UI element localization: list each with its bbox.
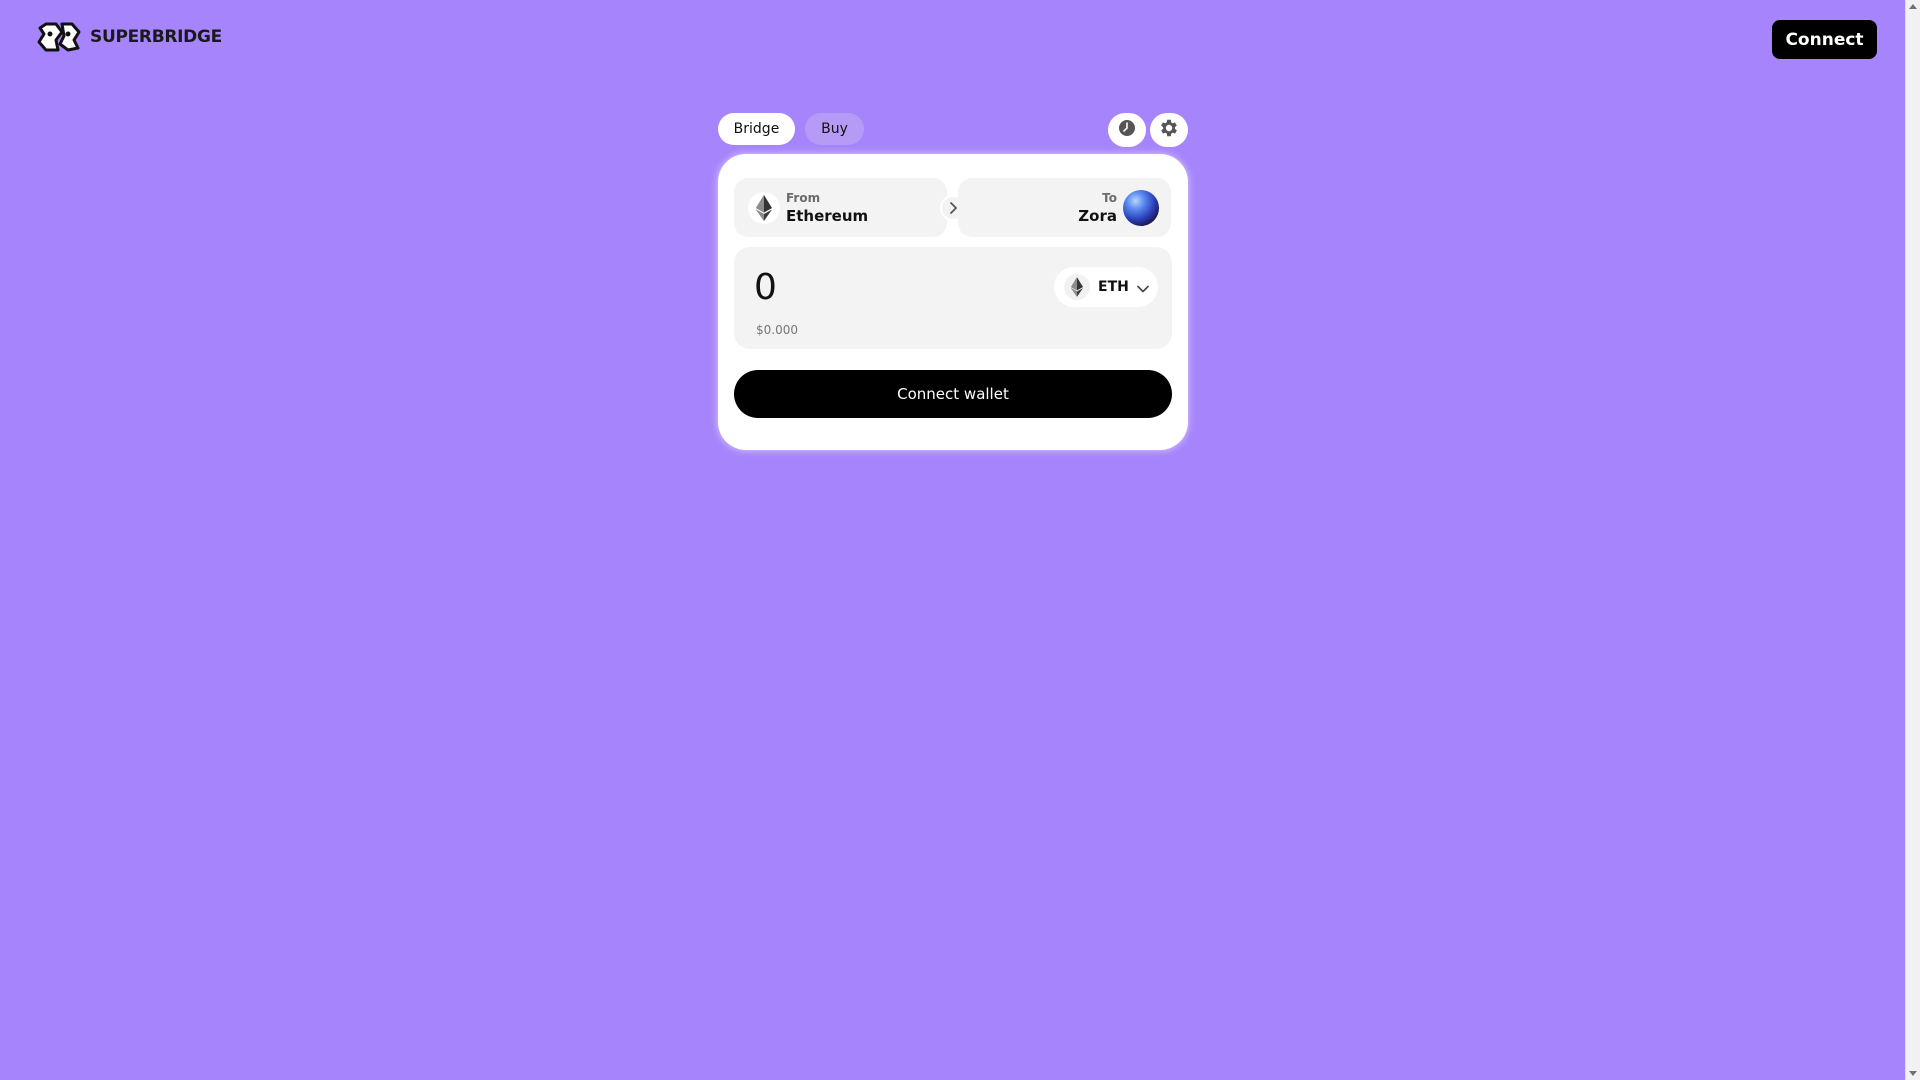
scroll-down-icon[interactable] — [1909, 1071, 1917, 1076]
chevron-right-icon — [948, 199, 958, 218]
from-network-selector[interactable]: From Ethereum — [734, 178, 947, 237]
superbridge-logo[interactable]: SUPERBRIDGE — [36, 20, 222, 54]
ethereum-icon — [748, 192, 780, 224]
tab-buy[interactable]: Buy — [805, 113, 864, 145]
scroll-up-icon[interactable] — [1909, 4, 1917, 9]
to-network-selector[interactable]: To Zora — [958, 178, 1171, 237]
to-network-name: Zora — [1078, 207, 1117, 225]
amount-panel: $0.000 ETH — [734, 247, 1172, 349]
settings-button[interactable] — [1150, 113, 1188, 147]
to-label: To — [1102, 191, 1117, 205]
usd-value: $0.000 — [756, 323, 798, 337]
chevron-down-icon — [1137, 278, 1149, 297]
recent-activity-button[interactable] — [1108, 113, 1146, 147]
amount-input[interactable] — [754, 263, 1034, 311]
superbridge-logo-icon — [36, 20, 82, 54]
logo-text: SUPERBRIDGE — [90, 27, 222, 47]
connect-button[interactable]: Connect — [1772, 20, 1877, 59]
clock-icon — [1118, 119, 1136, 141]
connect-wallet-button[interactable]: Connect wallet — [734, 370, 1172, 418]
bridge-card: From Ethereum To Zora $0.000 — [718, 154, 1188, 450]
token-selector[interactable]: ETH — [1054, 267, 1158, 307]
token-symbol: ETH — [1098, 279, 1129, 295]
page-scrollbar[interactable] — [1905, 0, 1920, 1080]
ethereum-icon — [1064, 274, 1090, 300]
from-network-name: Ethereum — [786, 207, 869, 225]
gear-icon — [1158, 117, 1180, 143]
zora-icon — [1123, 190, 1159, 226]
from-label: From — [786, 191, 821, 205]
tab-bridge[interactable]: Bridge — [718, 113, 795, 145]
